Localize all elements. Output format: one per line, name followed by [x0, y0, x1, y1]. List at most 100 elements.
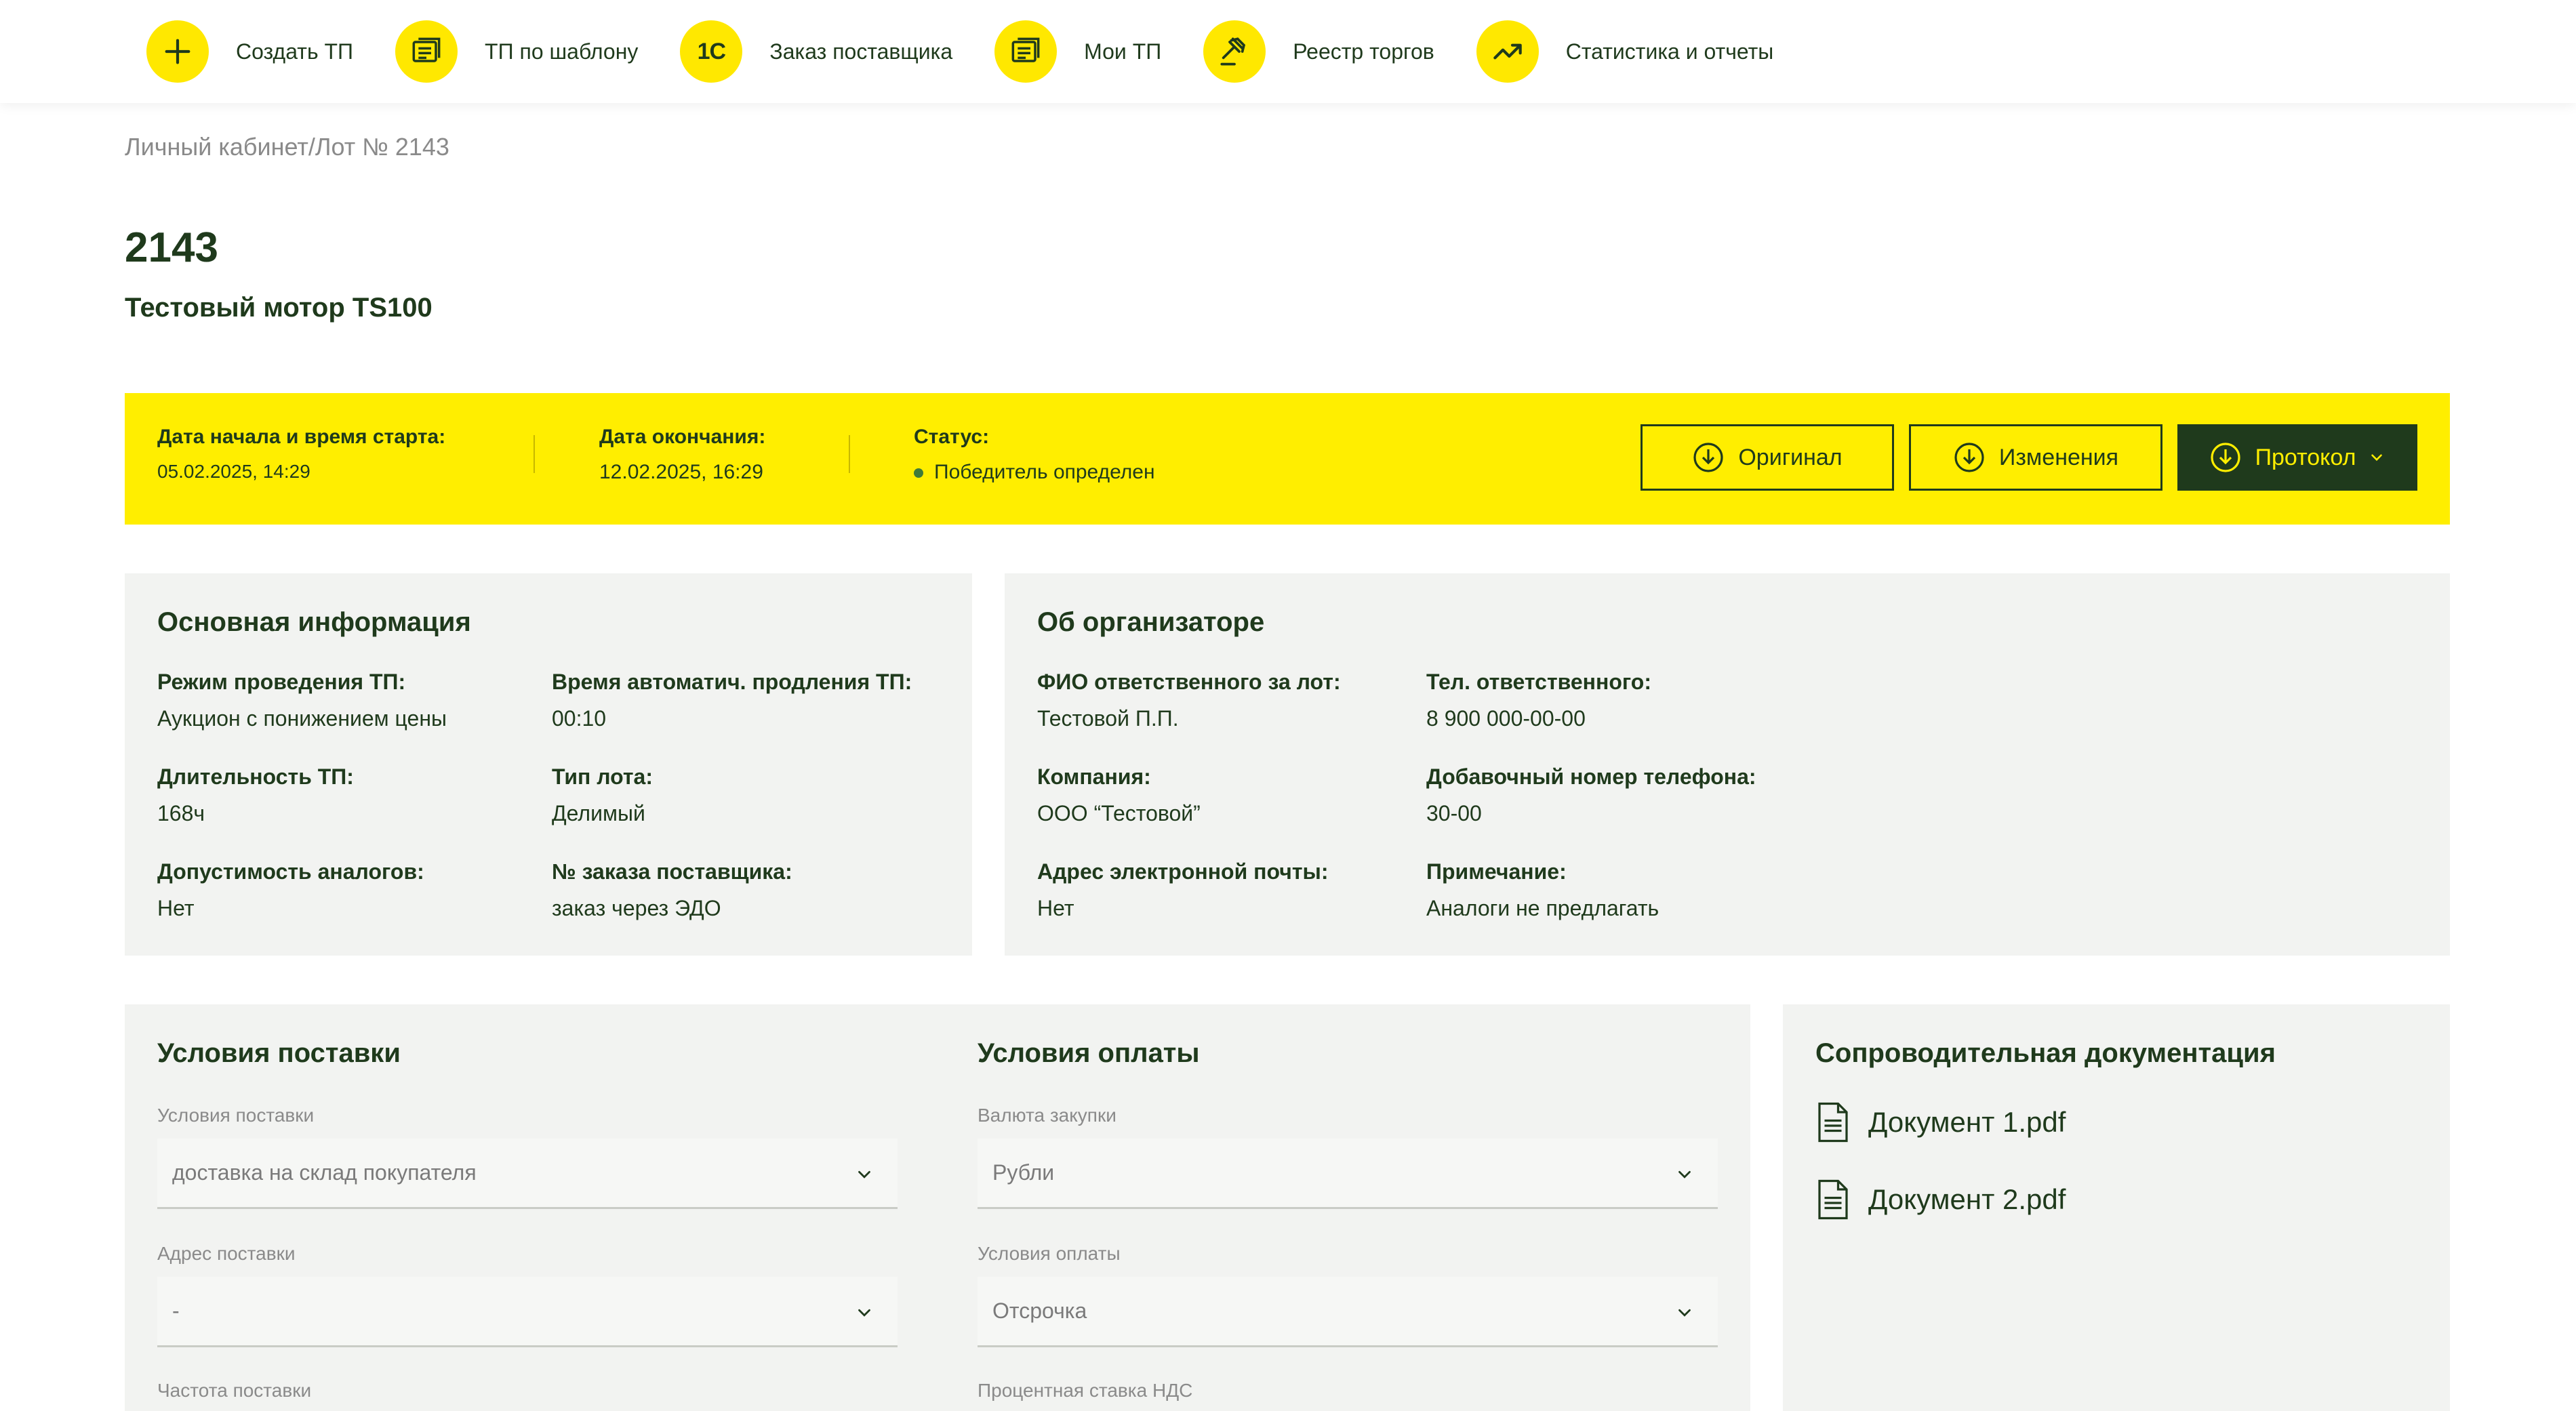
- end-date-label: Дата окончания:: [599, 426, 766, 448]
- select-value: доставка на склад покупателя: [172, 1160, 477, 1185]
- nav-auction-registry[interactable]: Реестр торгов: [1203, 20, 1434, 83]
- delivery-title: Условия поставки: [157, 1038, 401, 1068]
- nav-my-tp[interactable]: Мои ТП: [994, 20, 1161, 83]
- select-value: Отсрочка: [992, 1298, 1087, 1323]
- end-date-value: 12.02.2025, 16:29: [599, 461, 763, 483]
- info-label: Время автоматич. продления ТП:: [552, 670, 912, 694]
- nav-supplier-order[interactable]: 1С Заказ поставщика: [680, 20, 952, 83]
- info-value: Нет: [157, 896, 195, 920]
- start-date-value: 05.02.2025, 14:29: [157, 461, 310, 482]
- info-value: Тестовой П.П.: [1037, 706, 1179, 731]
- select-value: Рубли: [992, 1160, 1055, 1185]
- info-value: заказ через ЭДО: [552, 896, 721, 920]
- download-icon: [2210, 443, 2240, 472]
- organizer-title: Об организаторе: [1037, 607, 1265, 637]
- trend-chart-icon: [1476, 20, 1539, 83]
- chevron-down-icon: [1678, 1309, 1691, 1317]
- lot-title: Тестовый мотор TS100: [125, 293, 432, 323]
- breadcrumb[interactable]: Личный кабинет/Лот № 2143: [125, 133, 449, 161]
- currency-select[interactable]: Рубли: [978, 1139, 1718, 1209]
- info-label: Добавочный номер телефона:: [1426, 764, 1756, 789]
- delivery-terms-select[interactable]: доставка на склад покупателя: [157, 1139, 898, 1209]
- end-date-field: Дата окончания: 12.02.2025, 16:29: [599, 426, 765, 484]
- top-navigation: Создать ТП ТП по шаблону 1С Заказ постав…: [0, 0, 2576, 103]
- document-name: Документ 1.pdf: [1868, 1106, 2066, 1138]
- gavel-icon: [1203, 20, 1266, 83]
- document-link[interactable]: Документ 1.pdf: [1815, 1102, 2066, 1143]
- plus-icon: [146, 20, 209, 83]
- nav-statistics[interactable]: Статистика и отчеты: [1476, 20, 1774, 83]
- info-value: Аналоги не предлагать: [1426, 896, 1659, 920]
- info-value: Аукцион с понижением цены: [157, 706, 447, 731]
- download-original-button[interactable]: Оригинал: [1641, 424, 1894, 491]
- chevron-down-icon: [858, 1170, 870, 1179]
- status-label: Статус:: [914, 426, 990, 448]
- field-label: Процентная ставка НДС: [978, 1380, 1193, 1401]
- info-label: Допустимость аналогов:: [157, 859, 424, 884]
- start-date-label: Дата начала и время старта:: [157, 426, 446, 448]
- basic-info-card: Основная информация Режим проведения ТП:…: [125, 573, 972, 956]
- download-icon: [1693, 443, 1723, 472]
- field-label: Условия оплаты: [978, 1243, 1121, 1264]
- document-link[interactable]: Документ 2.pdf: [1815, 1179, 2066, 1220]
- lot-status-band: Дата начала и время старта: 05.02.2025, …: [125, 393, 2450, 525]
- info-value: 8 900 000-00-00: [1426, 706, 1586, 731]
- select-value: -: [172, 1298, 180, 1323]
- download-changes-button[interactable]: Изменения: [1909, 424, 2162, 491]
- info-label: Тел. ответственного:: [1426, 670, 1651, 694]
- document-icon: [1818, 1179, 1848, 1220]
- start-date-field: Дата начала и время старта: 05.02.2025, …: [157, 426, 445, 483]
- documents-title: Сопроводительная документация: [1815, 1038, 2276, 1068]
- info-label: Адрес электронной почты:: [1037, 859, 1329, 884]
- document-icon: [1818, 1102, 1848, 1143]
- protocol-dropdown-button[interactable]: Протокол: [2177, 424, 2417, 491]
- nav-create-tp[interactable]: Создать ТП: [146, 20, 353, 83]
- nav-label: Мои ТП: [1084, 39, 1162, 64]
- organizer-card: Об организаторе ФИО ответственного за ло…: [1005, 573, 2450, 956]
- changes-label: Изменения: [1998, 444, 2119, 470]
- nav-label: Создать ТП: [236, 39, 354, 64]
- field-label: Валюта закупки: [978, 1105, 1116, 1126]
- 1c-logo-icon: 1С: [680, 20, 743, 83]
- 1c-logo-text: 1С: [697, 38, 726, 64]
- info-label: Тип лота:: [552, 764, 653, 789]
- chevron-down-icon: [858, 1309, 870, 1317]
- delivery-address-select[interactable]: -: [157, 1277, 898, 1347]
- divider: [849, 435, 850, 473]
- chevron-down-icon: [1678, 1170, 1691, 1179]
- payment-title: Условия оплаты: [978, 1038, 1200, 1068]
- status-field: Статус: Победитель определен: [914, 426, 1155, 484]
- chevron-down-icon: [2371, 454, 2383, 462]
- template-icon: [395, 20, 458, 83]
- document-name: Документ 2.pdf: [1868, 1183, 2066, 1215]
- info-value: 30-00: [1426, 801, 1482, 825]
- status-value-row: Победитель определен: [914, 461, 1155, 484]
- download-icon: [1954, 443, 1984, 472]
- nav-label: ТП по шаблону: [485, 39, 639, 64]
- info-label: Компания:: [1037, 764, 1151, 789]
- field-label: Адрес поставки: [157, 1243, 296, 1264]
- status-value: Победитель определен: [934, 461, 1155, 483]
- conditions-card: Условия поставки Условия поставки достав…: [125, 1004, 1750, 1411]
- info-label: Длительность ТП:: [157, 764, 354, 789]
- info-value: Делимый: [552, 801, 645, 825]
- lot-number: 2143: [125, 224, 218, 271]
- status-dot-icon: [914, 468, 923, 478]
- nav-label: Реестр торгов: [1293, 39, 1434, 64]
- original-label: Оригинал: [1738, 444, 1843, 470]
- info-label: Режим проведения ТП:: [157, 670, 406, 694]
- field-label: Условия поставки: [157, 1105, 315, 1126]
- documents-card: Сопроводительная документация Документ 1…: [1783, 1004, 2450, 1411]
- info-value: 00:10: [552, 706, 607, 731]
- payment-terms-select[interactable]: Отсрочка: [978, 1277, 1718, 1347]
- info-label: ФИО ответственного за лот:: [1037, 670, 1341, 694]
- basic-info-title: Основная информация: [157, 607, 471, 637]
- info-value: ООО “Тестовой”: [1037, 801, 1201, 825]
- list-icon: [994, 20, 1058, 83]
- divider: [534, 435, 535, 473]
- protocol-label: Протокол: [2255, 444, 2356, 470]
- nav-tp-template[interactable]: ТП по шаблону: [395, 20, 638, 83]
- nav-label: Статистика и отчеты: [1565, 39, 1774, 64]
- info-value: Нет: [1037, 896, 1074, 920]
- field-label: Частота поставки: [157, 1380, 312, 1401]
